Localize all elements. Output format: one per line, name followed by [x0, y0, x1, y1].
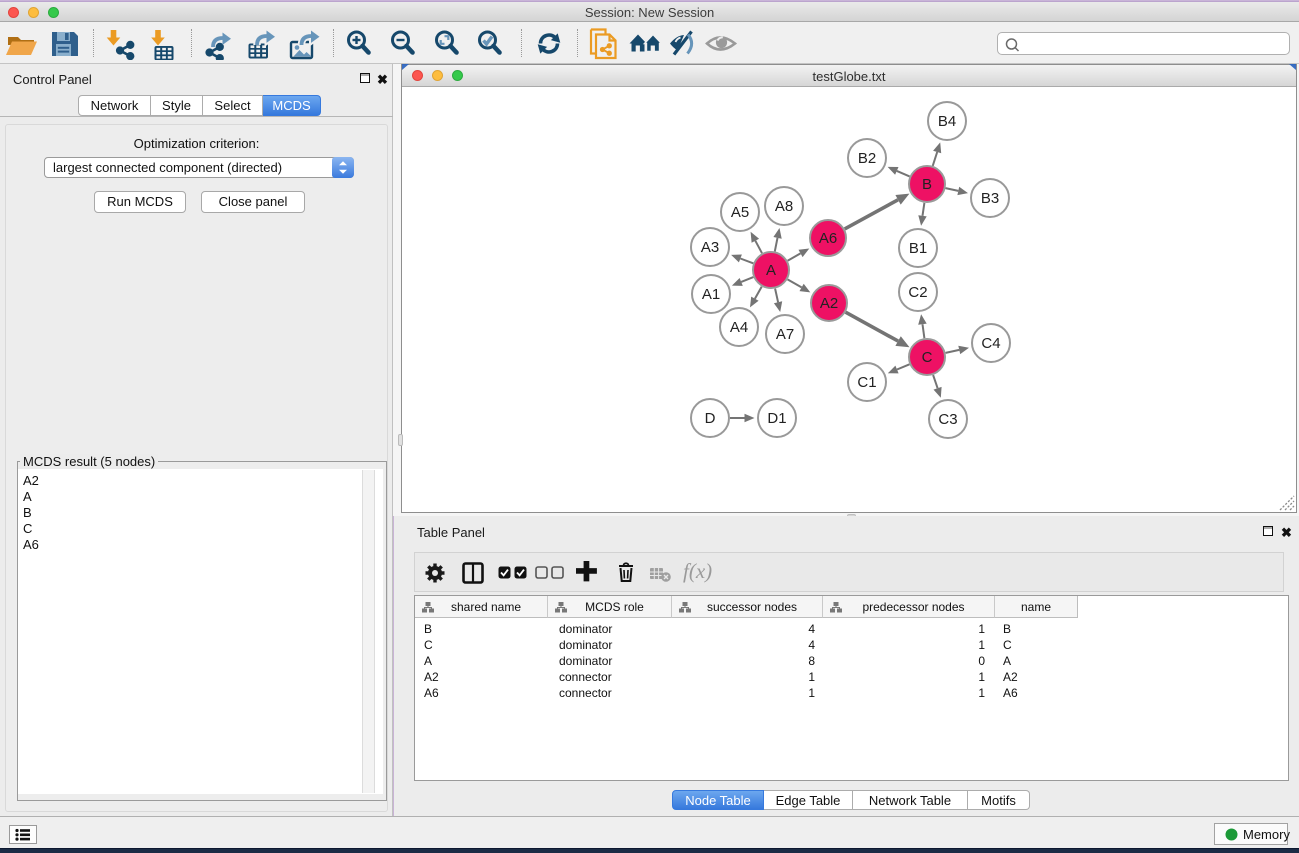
svg-text:B: B [922, 176, 932, 193]
svg-text:A2: A2 [820, 295, 838, 312]
svg-text:D1: D1 [767, 410, 786, 427]
svg-text:A8: A8 [775, 198, 793, 215]
svg-text:A: A [766, 262, 776, 279]
svg-text:C4: C4 [981, 335, 1000, 352]
svg-text:A4: A4 [730, 319, 748, 336]
svg-text:A7: A7 [776, 326, 794, 343]
svg-text:B3: B3 [981, 190, 999, 207]
svg-text:B4: B4 [938, 113, 956, 130]
svg-text:C3: C3 [938, 411, 957, 428]
svg-text:C2: C2 [908, 284, 927, 301]
svg-text:C1: C1 [857, 374, 876, 391]
svg-text:B2: B2 [858, 150, 876, 167]
svg-text:A1: A1 [702, 286, 720, 303]
svg-text:A3: A3 [701, 239, 719, 256]
svg-text:A5: A5 [731, 204, 749, 221]
svg-text:A6: A6 [819, 230, 837, 247]
svg-text:B1: B1 [909, 240, 927, 257]
svg-text:C: C [922, 349, 933, 366]
svg-text:D: D [705, 410, 716, 427]
